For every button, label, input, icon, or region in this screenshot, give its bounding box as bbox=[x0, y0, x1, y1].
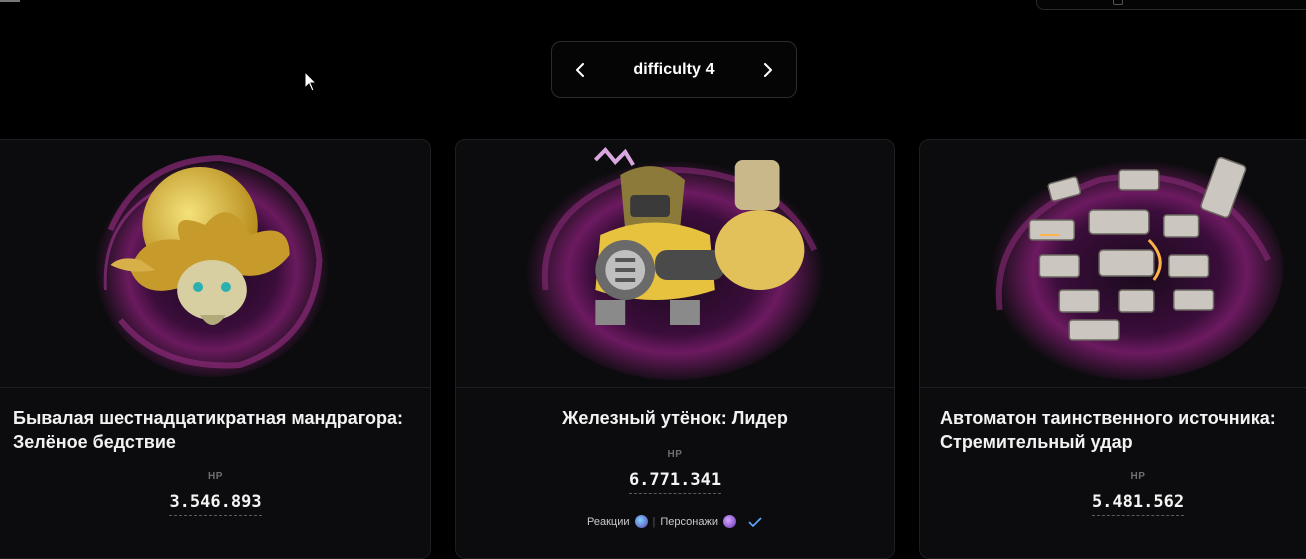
boss-name: Бывалая шестнадцатикратная мандрагора: З… bbox=[13, 408, 404, 452]
boss-card[interactable]: Бывалая шестнадцатикратная мандрагора: З… bbox=[0, 139, 431, 559]
boss-image-iron-duck bbox=[456, 140, 894, 387]
hp-label: HP bbox=[1130, 471, 1146, 482]
boss-name: Железный утёнок: Лидер bbox=[562, 408, 788, 428]
mouse-cursor-icon bbox=[304, 71, 318, 92]
chevron-left-icon[interactable] bbox=[572, 62, 588, 78]
electro-element-icon bbox=[722, 515, 736, 528]
corner-dash bbox=[0, 0, 20, 2]
reaction-element-icon bbox=[634, 515, 648, 528]
card-divider bbox=[0, 387, 430, 388]
hp-value: 6.771.341 bbox=[456, 470, 894, 494]
hp-value: 5.481.562 bbox=[920, 492, 1306, 516]
chevron-right-icon[interactable] bbox=[760, 62, 776, 78]
card-divider bbox=[456, 387, 894, 388]
card-divider bbox=[920, 387, 1306, 388]
difficulty-label: difficulty 4 bbox=[633, 60, 715, 78]
toolbar-icon bbox=[1113, 0, 1123, 5]
hp-label: HP bbox=[208, 471, 223, 482]
top-toolbar-box[interactable] bbox=[1036, 0, 1306, 10]
boss-image-automaton bbox=[920, 140, 1306, 387]
hp-number: 3.546.893 bbox=[169, 492, 262, 516]
difficulty-pager: difficulty 4 bbox=[551, 41, 797, 98]
boss-card[interactable]: Автоматон таинственного источника: Стрем… bbox=[919, 139, 1306, 559]
hp-label: HP bbox=[667, 449, 683, 460]
boss-image-mandrake bbox=[0, 140, 430, 387]
hp-number: 5.481.562 bbox=[1091, 492, 1185, 516]
boss-meta-row: Реакции | Персонажи bbox=[456, 515, 894, 528]
boss-name: Автоматон таинственного источника: Стрем… bbox=[940, 408, 1276, 452]
boss-card[interactable]: Железный утёнок: Лидер HP 6.771.341 Реак… bbox=[455, 139, 895, 559]
hp-number: 6.771.341 bbox=[628, 470, 722, 494]
hp-value: 3.546.893 bbox=[1, 492, 430, 516]
